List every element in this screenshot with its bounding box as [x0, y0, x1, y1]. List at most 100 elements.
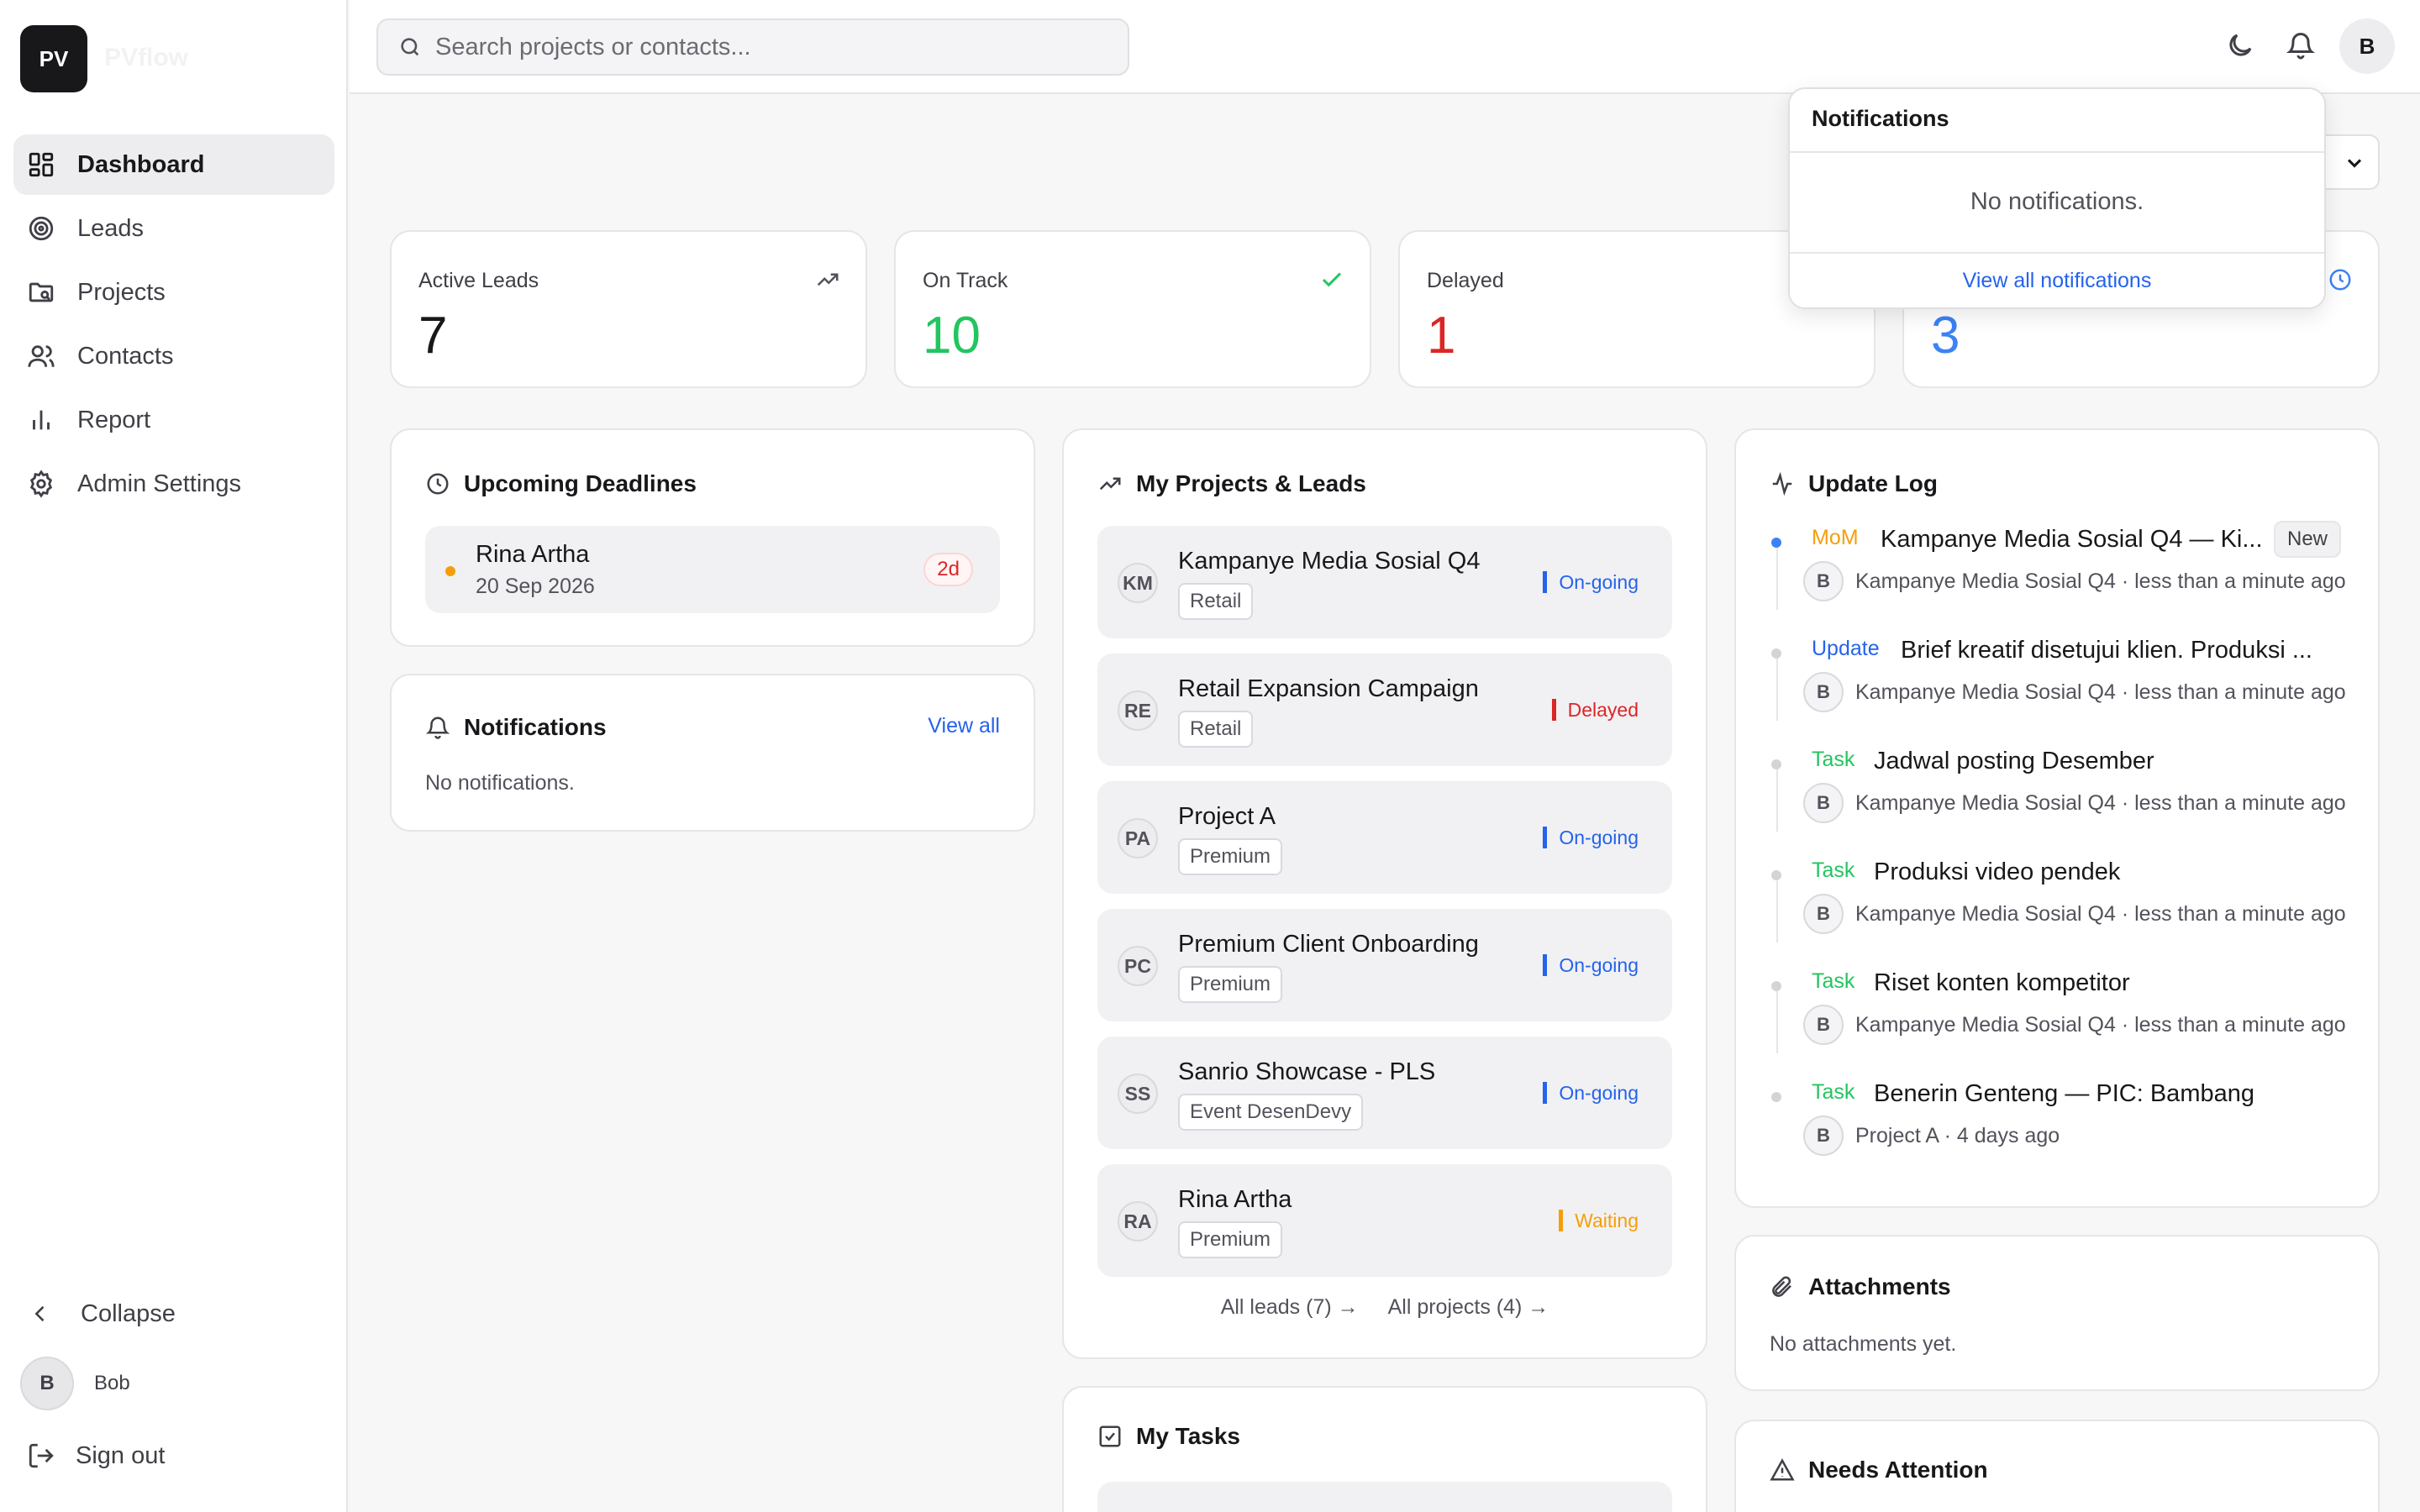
project-item[interactable]: RE Retail Expansion Campaign Retail Dela… — [1097, 654, 1672, 766]
status-badge: On-going — [1543, 954, 1639, 976]
sidebar-nav: Dashboard Leads Projects Contacts Report — [13, 134, 334, 517]
log-item[interactable]: Task Produksi video pendek B Kampanye Me… — [1770, 858, 2346, 934]
moon-icon[interactable] — [2225, 30, 2255, 60]
app-logo[interactable]: PV — [20, 25, 87, 92]
view-all-notifications-link[interactable]: View all notifications — [1790, 269, 2324, 293]
all-projects-link[interactable]: All projects (4) → — [1388, 1295, 1549, 1319]
popover-title: Notifications — [1812, 106, 1949, 131]
search-input[interactable] — [435, 33, 1091, 61]
deadline-item[interactable]: Rina Artha 20 Sep 2026 2d — [425, 526, 1000, 613]
divider — [1790, 151, 2324, 153]
status-badge: Waiting — [1559, 1210, 1639, 1231]
search-box[interactable] — [376, 18, 1129, 76]
project-name: Rina Artha — [1178, 1186, 1292, 1213]
gear-icon — [27, 470, 55, 498]
avatar: B — [1803, 1116, 1844, 1156]
task-item[interactable] — [1097, 1482, 1672, 1512]
dashboard-icon — [27, 150, 55, 179]
card-title-text: Attachments — [1808, 1273, 1951, 1299]
sidebar-item-report[interactable]: Report — [13, 390, 334, 450]
paperclip-icon — [1770, 1274, 1795, 1299]
stat-label: Delayed — [1427, 269, 1504, 292]
log-text: Benerin Genteng — PIC: Bambang — [1874, 1080, 2254, 1107]
sidebar-item-contacts[interactable]: Contacts — [13, 326, 334, 386]
sidebar-item-leads[interactable]: Leads — [13, 198, 334, 259]
sign-out-button[interactable]: Sign out — [13, 1426, 334, 1485]
avatar: B — [1803, 1005, 1844, 1045]
sidebar-item-label: Contacts — [77, 342, 174, 370]
log-text: Kampanye Media Sosial Q4 — Ki... — [1881, 526, 2263, 553]
card-title: Upcoming Deadlines — [425, 470, 697, 497]
status-badge: On-going — [1543, 827, 1639, 848]
bell-icon[interactable] — [2286, 30, 2316, 60]
clock-icon — [425, 471, 450, 496]
all-leads-link[interactable]: All leads (7) → — [1221, 1295, 1359, 1319]
project-item[interactable]: RA Rina Artha Premium Waiting — [1097, 1164, 1672, 1277]
project-name: Sanrio Showcase - PLS — [1178, 1058, 1436, 1085]
sidebar-item-dashboard[interactable]: Dashboard — [13, 134, 334, 195]
card-title: My Projects & Leads — [1097, 470, 1366, 497]
project-name: Project A — [1178, 803, 1276, 830]
sign-out-label: Sign out — [76, 1441, 166, 1469]
avatar: B — [1803, 894, 1844, 934]
avatar: KM — [1118, 563, 1158, 603]
log-item[interactable]: Task Benerin Genteng — PIC: Bambang B Pr… — [1770, 1080, 2341, 1156]
project-footer-links: All leads (7) → All projects (4) → — [1064, 1295, 1706, 1320]
project-item[interactable]: KM Kampanye Media Sosial Q4 Retail On-go… — [1097, 526, 1672, 638]
log-item[interactable]: Update Brief kreatif disetujui klien. Pr… — [1770, 637, 2346, 712]
folder-icon — [27, 278, 55, 307]
timeline-dot — [1771, 870, 1781, 880]
sidebar-item-label: Report — [77, 406, 151, 433]
project-item[interactable]: PC Premium Client Onboarding Premium On-… — [1097, 909, 1672, 1021]
check-icon — [1319, 267, 1344, 292]
card-title-text: Notifications — [464, 714, 607, 740]
project-name: Kampanye Media Sosial Q4 — [1178, 548, 1481, 575]
chevron-down-icon — [2343, 151, 2366, 175]
timeline-dot — [1771, 759, 1781, 769]
sidebar-item-admin-settings[interactable]: Admin Settings — [13, 454, 334, 514]
log-meta-text: Project A · 4 days ago — [1855, 1123, 2060, 1147]
view-all-link[interactable]: View all — [928, 714, 1000, 738]
my-tasks-card: My Tasks — [1062, 1386, 1707, 1512]
sign-out-icon — [27, 1441, 55, 1470]
log-item[interactable]: Task Riset konten kompetitor B Kampanye … — [1770, 969, 2346, 1045]
log-meta: B Kampanye Media Sosial Q4 · less than a… — [1803, 672, 2346, 712]
project-item[interactable]: PA Project A Premium On-going — [1097, 781, 1672, 894]
log-meta-text: Kampanye Media Sosial Q4 · less than a m… — [1855, 901, 2346, 926]
stat-value: 7 — [418, 307, 448, 365]
avatar[interactable]: B — [2339, 18, 2395, 74]
deadline-date: 20 Sep 2026 — [476, 575, 595, 598]
log-meta-text: Kampanye Media Sosial Q4 · less than a m… — [1855, 569, 2346, 593]
project-tag: Retail — [1178, 711, 1254, 748]
log-type: Update — [1812, 637, 1880, 660]
card-title: Update Log — [1770, 470, 1938, 497]
status-badge: Delayed — [1551, 699, 1639, 721]
project-name: Retail Expansion Campaign — [1178, 675, 1479, 702]
empty-state: No notifications. — [1970, 188, 2144, 215]
avatar: RE — [1118, 690, 1158, 731]
stat-value: 10 — [923, 307, 981, 365]
avatar: B — [1803, 672, 1844, 712]
avatar: PA — [1118, 818, 1158, 858]
log-meta-text: Kampanye Media Sosial Q4 · less than a m… — [1855, 790, 2346, 815]
card-title-text: Needs Attention — [1808, 1457, 1988, 1483]
project-tag: Premium — [1178, 838, 1283, 875]
log-type: Task — [1812, 748, 1855, 771]
project-name: Premium Client Onboarding — [1178, 931, 1479, 958]
sidebar-item-projects[interactable]: Projects — [13, 262, 334, 323]
collapse-button[interactable]: Collapse — [13, 1284, 334, 1344]
user-profile[interactable]: B Bob — [13, 1354, 334, 1413]
project-tag: Retail — [1178, 583, 1254, 620]
log-item[interactable]: MoM Kampanye Media Sosial Q4 — Ki... New… — [1770, 521, 2346, 601]
status-dot — [445, 566, 455, 576]
card-title-text: Upcoming Deadlines — [464, 470, 697, 496]
project-item[interactable]: SS Sanrio Showcase - PLS Event DesenDevy… — [1097, 1037, 1672, 1149]
bell-icon — [425, 715, 450, 740]
log-meta-text: Kampanye Media Sosial Q4 · less than a m… — [1855, 1012, 2346, 1037]
card-title: Attachments — [1770, 1273, 1951, 1300]
attachments-card: Attachments No attachments yet. — [1734, 1235, 2380, 1391]
log-text: Produksi video pendek — [1874, 858, 2121, 885]
log-item[interactable]: Task Jadwal posting Desember B Kampanye … — [1770, 748, 2346, 823]
stat-card-active-leads: Active Leads 7 — [390, 230, 867, 388]
stat-label: On Track — [923, 269, 1008, 292]
